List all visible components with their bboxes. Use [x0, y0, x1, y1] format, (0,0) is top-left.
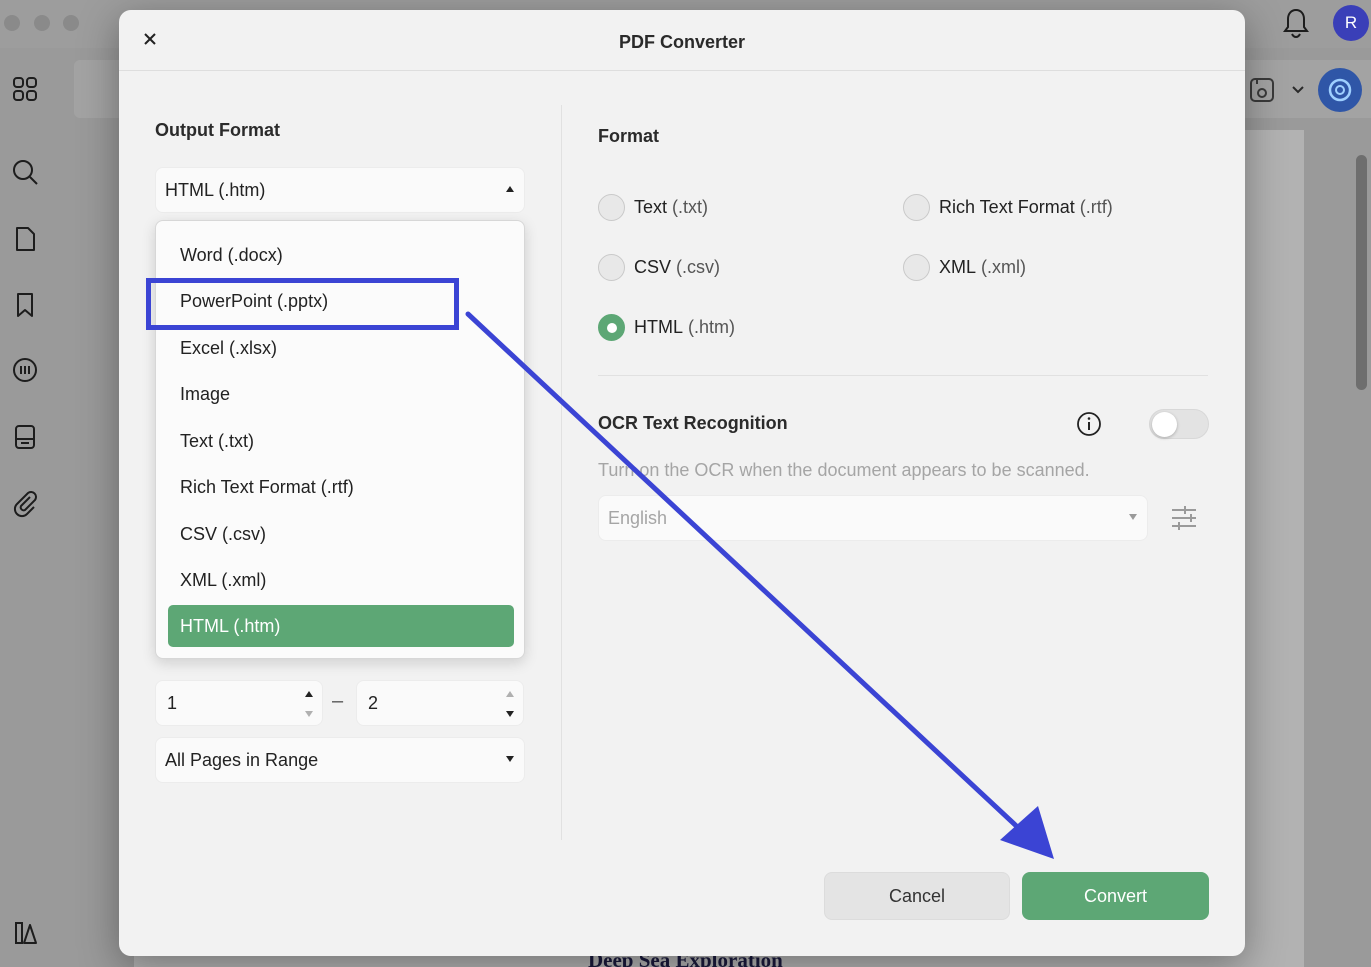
caret-up-icon	[506, 186, 514, 192]
menu-item-rtf[interactable]: Rich Text Format (.rtf)	[168, 466, 514, 508]
output-format-value: HTML (.htm)	[165, 179, 266, 200]
menu-item-xml[interactable]: XML (.xml)	[168, 559, 514, 601]
ocr-toggle[interactable]	[1149, 409, 1209, 439]
radio-circle	[903, 254, 930, 281]
dialog-header: PDF Converter	[119, 10, 1245, 71]
menu-item-html[interactable]: HTML (.htm)	[168, 605, 514, 647]
radio-text[interactable]: Text (.txt)	[598, 194, 708, 221]
left-sidebar	[0, 48, 52, 967]
radio-circle	[903, 194, 930, 221]
radio-xml-ext: (.xml)	[981, 257, 1027, 277]
ocr-language-select[interactable]: English	[598, 495, 1148, 541]
menu-item-image[interactable]: Image	[168, 373, 514, 415]
page-to-value: 2	[368, 692, 379, 713]
avatar[interactable]: R	[1333, 5, 1369, 41]
convert-button[interactable]: Convert	[1022, 872, 1209, 920]
output-format-select[interactable]: HTML (.htm)	[155, 167, 525, 213]
column-divider	[561, 105, 562, 840]
section-divider	[598, 375, 1208, 376]
radio-text-label: Text	[634, 197, 668, 217]
annotation-highlight-box	[146, 278, 459, 330]
stepper-arrows[interactable]	[304, 689, 314, 719]
pdf-converter-dialog: PDF Converter Output Format HTML (.htm) …	[119, 10, 1245, 956]
stepper-arrows[interactable]	[505, 689, 515, 719]
radio-csv-label: CSV	[634, 257, 672, 277]
radio-xml[interactable]: XML (.xml)	[903, 254, 1026, 281]
radio-rtf[interactable]: Rich Text Format (.rtf)	[903, 194, 1113, 221]
form-icon[interactable]	[8, 420, 42, 454]
bookmark-icon[interactable]	[8, 288, 42, 322]
format-label: Format	[598, 126, 660, 146]
radio-rtf-ext: (.rtf)	[1079, 197, 1113, 217]
menu-item-word[interactable]: Word (.docx)	[168, 234, 514, 276]
radio-circle	[598, 254, 625, 281]
bell-icon[interactable]	[1280, 6, 1312, 40]
avatar-initial: R	[1344, 13, 1358, 32]
window-minimize-dot[interactable]	[34, 15, 50, 31]
radio-html-ext: (.htm)	[688, 317, 736, 337]
ocr-language-value: English	[608, 507, 668, 528]
radio-xml-label: XML	[939, 257, 977, 277]
dialog-title: PDF Converter	[618, 32, 746, 52]
save-icon[interactable]	[1247, 75, 1277, 105]
range-dash: –	[332, 690, 344, 712]
radio-csv[interactable]: CSV (.csv)	[598, 254, 720, 281]
grid-icon[interactable]	[8, 72, 42, 106]
attachment-icon[interactable]	[8, 486, 42, 520]
menu-item-text[interactable]: Text (.txt)	[168, 420, 514, 462]
radio-circle-checked	[598, 314, 625, 341]
scrollbar-thumb[interactable]	[1356, 155, 1367, 390]
cancel-button[interactable]: Cancel	[824, 872, 1010, 920]
page-from-stepper[interactable]: 1	[155, 680, 323, 726]
search-icon[interactable]	[8, 155, 42, 189]
radio-circle	[598, 194, 625, 221]
page-icon[interactable]	[8, 222, 42, 256]
page-subset-value: All Pages in Range	[165, 749, 319, 770]
output-format-label: Output Format	[155, 120, 280, 140]
info-icon[interactable]	[1076, 411, 1102, 437]
ocr-description: Turn on the OCR when the document appear…	[598, 460, 1090, 480]
menu-item-csv[interactable]: CSV (.csv)	[168, 513, 514, 555]
radio-html-label: HTML	[634, 317, 683, 337]
sidebar-toggle-icon[interactable]	[8, 916, 42, 950]
radio-rtf-label: Rich Text Format	[939, 197, 1075, 217]
sliders-icon[interactable]	[1170, 502, 1198, 534]
comment-icon[interactable]	[8, 354, 42, 388]
window-close-dot[interactable]	[4, 15, 20, 31]
toggle-knob	[1152, 412, 1177, 437]
window-zoom-dot[interactable]	[63, 15, 79, 31]
radio-csv-ext: (.csv)	[676, 257, 721, 277]
page-to-stepper[interactable]: 2	[356, 680, 524, 726]
radio-text-ext: (.txt)	[672, 197, 709, 217]
caret-down-icon	[1129, 514, 1137, 520]
chevron-down-icon[interactable]	[1289, 80, 1307, 98]
ocr-label: OCR Text Recognition	[598, 413, 788, 433]
page-subset-select[interactable]: All Pages in Range	[155, 737, 525, 783]
ai-assistant-icon[interactable]	[1318, 68, 1362, 112]
page-from-value: 1	[167, 692, 178, 713]
radio-html[interactable]: HTML (.htm)	[598, 314, 735, 341]
caret-down-icon	[506, 756, 514, 762]
menu-item-excel[interactable]: Excel (.xlsx)	[168, 327, 514, 369]
